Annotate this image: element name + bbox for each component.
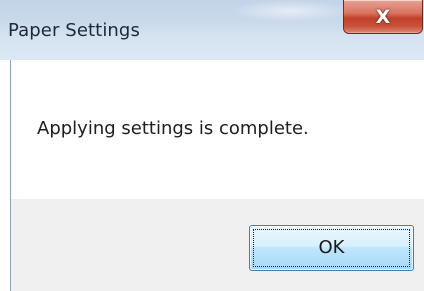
- ok-button-label: OK: [318, 237, 345, 258]
- close-button[interactable]: X: [343, 0, 423, 34]
- button-panel: OK: [11, 199, 424, 291]
- dialog-window: Paper Settings X Applying settings is co…: [0, 0, 424, 291]
- close-icon: X: [375, 6, 391, 28]
- window-title: Paper Settings: [8, 20, 140, 41]
- ok-button[interactable]: OK: [249, 225, 414, 271]
- title-bar[interactable]: Paper Settings X: [0, 0, 424, 60]
- dialog-content: Applying settings is complete. OK: [10, 60, 424, 291]
- dialog-message: Applying settings is complete.: [37, 118, 309, 139]
